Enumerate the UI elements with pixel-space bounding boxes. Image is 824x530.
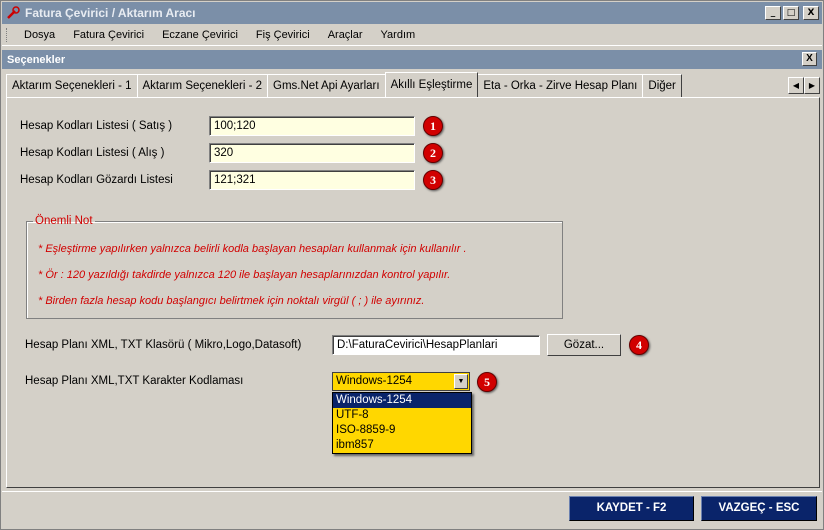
menu-dosya[interactable]: Dosya — [15, 29, 64, 41]
encoding-dropdown-list: Windows-1254 UTF-8 ISO-8859-9 ibm857 — [332, 392, 472, 454]
tab-aktarim-2[interactable]: Aktarım Seçenekleri - 2 — [136, 74, 269, 97]
window-title: Fatura Çevirici / Aktarım Aracı — [25, 6, 196, 20]
gozardi-label: Hesap Kodları Gözardı Listesi — [20, 174, 173, 186]
gozardi-input[interactable] — [209, 170, 415, 190]
encoding-selected-value: Windows-1254 — [336, 375, 413, 387]
maximize-button[interactable]: □ — [783, 6, 799, 20]
tab-gms-api[interactable]: Gms.Net Api Ayarları — [267, 74, 386, 97]
tab-scroll-right-icon[interactable]: ▶ — [804, 77, 820, 94]
satis-label: Hesap Kodları Listesi ( Satış ) — [20, 120, 173, 132]
panel-title: Seçenekler — [7, 53, 66, 66]
menu-grip — [6, 28, 9, 42]
save-button[interactable]: KAYDET - F2 — [569, 496, 694, 521]
browse-button[interactable]: Gözat... — [547, 334, 621, 356]
minimize-button[interactable]: _ — [765, 6, 781, 20]
badge-1: 1 — [423, 116, 443, 136]
tools-icon — [5, 5, 21, 21]
menu-fatura-cevirici[interactable]: Fatura Çevirici — [64, 29, 153, 41]
title-bar[interactable]: Fatura Çevirici / Aktarım Aracı _ □ X — [2, 2, 822, 24]
badge-3: 3 — [423, 170, 443, 190]
main-window: Fatura Çevirici / Aktarım Aracı _ □ X Do… — [0, 0, 824, 530]
alis-label: Hesap Kodları Listesi ( Alış ) — [20, 147, 165, 159]
important-note-group: Önemli Not * Eşleştirme yapılırken yalnı… — [26, 215, 563, 319]
encoding-option-ibm857[interactable]: ibm857 — [333, 438, 471, 453]
menu-eczane-cevirici[interactable]: Eczane Çevirici — [153, 29, 247, 41]
encoding-option-iso-8859-9[interactable]: ISO-8859-9 — [333, 423, 471, 438]
note-line-1: * Eşleştirme yapılırken yalnızca belirli… — [38, 243, 467, 255]
menu-fis-cevirici[interactable]: Fiş Çevirici — [247, 29, 319, 41]
note-legend: Önemli Not — [35, 215, 93, 227]
panel-close-button[interactable]: X — [802, 52, 817, 66]
note-line-3: * Birden fazla hesap kodu başlangıcı bel… — [38, 295, 425, 307]
badge-4: 4 — [629, 335, 649, 355]
badge-2: 2 — [423, 143, 443, 163]
tab-diger[interactable]: Diğer — [642, 74, 682, 97]
tab-akilli-eslestirme[interactable]: Akıllı Eşleştirme — [384, 72, 479, 97]
tab-page-akilli-eslestirme: Hesap Kodları Listesi ( Satış ) 1 Hesap … — [6, 97, 820, 488]
menu-bar: Dosya Fatura Çevirici Eczane Çevirici Fi… — [2, 25, 822, 46]
xml-folder-label: Hesap Planı XML, TXT Klasörü ( Mikro,Log… — [25, 339, 302, 351]
tab-strip: Aktarım Seçenekleri - 1 Aktarım Seçenekl… — [6, 72, 820, 97]
footer-bar: KAYDET - F2 VAZGEÇ - ESC — [2, 491, 822, 529]
xml-folder-input[interactable] — [332, 335, 540, 355]
encoding-option-windows-1254[interactable]: Windows-1254 — [333, 393, 471, 408]
chevron-down-icon[interactable]: ▼ — [454, 374, 468, 389]
encoding-option-utf-8[interactable]: UTF-8 — [333, 408, 471, 423]
tab-aktarim-1[interactable]: Aktarım Seçenekleri - 1 — [6, 74, 138, 97]
menu-araclar[interactable]: Araçlar — [319, 29, 372, 41]
tab-eta-orka-zirve[interactable]: Eta - Orka - Zirve Hesap Planı — [477, 74, 644, 97]
note-line-2: * Ör : 120 yazıldığı takdirde yalnızca 1… — [38, 269, 451, 281]
encoding-select[interactable]: Windows-1254 ▼ — [332, 372, 470, 391]
close-button[interactable]: X — [803, 6, 819, 20]
tab-scroll-buttons: ◀ ▶ — [788, 77, 820, 94]
badge-5: 5 — [477, 372, 497, 392]
window-controls: _ □ X — [765, 6, 819, 20]
tab-scroll-left-icon[interactable]: ◀ — [788, 77, 804, 94]
options-panel-header: Seçenekler X — [2, 50, 822, 69]
encoding-label: Hesap Planı XML,TXT Karakter Kodlaması — [25, 375, 244, 387]
cancel-button[interactable]: VAZGEÇ - ESC — [701, 496, 817, 521]
menu-yardim[interactable]: Yardım — [372, 29, 425, 41]
satis-input[interactable] — [209, 116, 415, 136]
alis-input[interactable] — [209, 143, 415, 163]
